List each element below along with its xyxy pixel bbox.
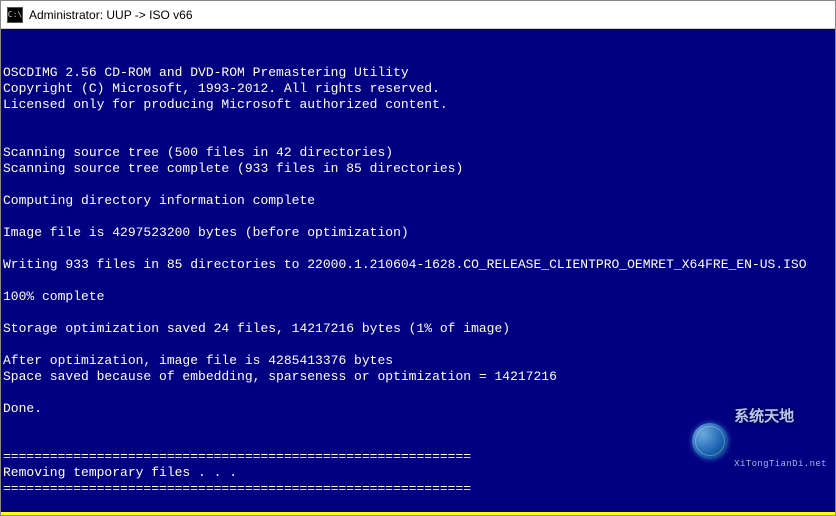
terminal-line xyxy=(3,433,833,449)
terminal-line: Scanning source tree (500 files in 42 di… xyxy=(3,145,833,161)
titlebar[interactable]: C:\ Administrator: UUP -> ISO v66 xyxy=(1,1,835,29)
terminal-line: Space saved because of embedding, sparse… xyxy=(3,369,833,385)
terminal-line: Storage optimization saved 24 files, 142… xyxy=(3,321,833,337)
terminal-line: After optimization, image file is 428541… xyxy=(3,353,833,369)
window-title: Administrator: UUP -> ISO v66 xyxy=(29,8,193,22)
terminal-line: Computing directory information complete xyxy=(3,193,833,209)
terminal-line: Copyright (C) Microsoft, 1993-2012. All … xyxy=(3,81,833,97)
terminal-line: ========================================… xyxy=(3,449,833,465)
terminal-line: 100% complete xyxy=(3,289,833,305)
terminal-line xyxy=(3,497,833,513)
terminal-line: Removing temporary files . . . xyxy=(3,465,833,481)
terminal-output[interactable]: OSCDIMG 2.56 CD-ROM and DVD-ROM Premaste… xyxy=(1,29,835,515)
terminal-line xyxy=(3,177,833,193)
terminal-line xyxy=(3,273,833,289)
console-window: C:\ Administrator: UUP -> ISO v66 OSCDIM… xyxy=(0,0,836,516)
terminal-line xyxy=(3,337,833,353)
terminal-line xyxy=(3,209,833,225)
terminal-line: OSCDIMG 2.56 CD-ROM and DVD-ROM Premaste… xyxy=(3,65,833,81)
terminal-line: Image file is 4297523200 bytes (before o… xyxy=(3,225,833,241)
terminal-line xyxy=(3,113,833,129)
terminal-line: Writing 933 files in 85 directories to 2… xyxy=(3,257,833,273)
terminal-line: Licensed only for producing Microsoft au… xyxy=(3,97,833,113)
terminal-line: Press 0 to exit. xyxy=(3,513,833,515)
terminal-line xyxy=(3,305,833,321)
terminal-line xyxy=(3,129,833,145)
terminal-line xyxy=(3,385,833,401)
terminal-line xyxy=(3,241,833,257)
terminal-line: Scanning source tree complete (933 files… xyxy=(3,161,833,177)
terminal-line xyxy=(3,417,833,433)
terminal-icon: C:\ xyxy=(7,7,23,23)
terminal-line: ========================================… xyxy=(3,481,833,497)
terminal-line: Done. xyxy=(3,401,833,417)
